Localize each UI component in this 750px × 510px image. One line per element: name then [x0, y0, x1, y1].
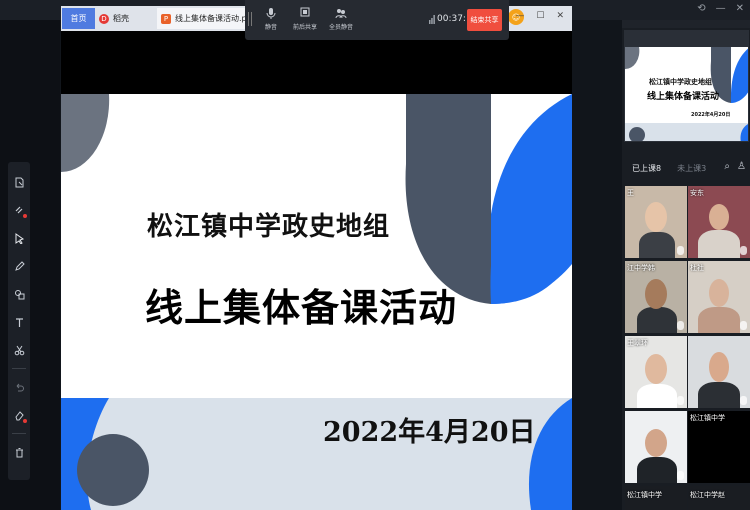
mic-icon: [740, 396, 747, 405]
pen-icon[interactable]: [10, 257, 28, 275]
mute-button-label: 静音: [264, 24, 277, 31]
user-settings-icon[interactable]: ♙: [737, 161, 746, 172]
participant-name: 松江中学赵: [690, 491, 725, 499]
slide-title-line2: 线上集体备课活动: [145, 286, 458, 330]
shapes-icon[interactable]: [10, 285, 28, 303]
participant-name: 松江镇中学: [690, 414, 725, 422]
app-window-controls: ⟲ — ✕: [697, 3, 744, 14]
tab-joined[interactable]: 已上课8: [632, 163, 661, 174]
person-head: [709, 279, 729, 307]
front-back-share-button[interactable]: 前后共享: [285, 7, 325, 31]
mic-icon: [677, 246, 684, 255]
text-tool-icon[interactable]: [10, 313, 28, 331]
tab-docer[interactable]: D 稻壳: [95, 8, 153, 29]
participant-tabs: 已上课8 未上课3: [632, 163, 706, 174]
preview-date: 2022年4月20日: [691, 112, 731, 118]
close-icon[interactable]: ✕: [736, 3, 744, 14]
clear-trash-icon[interactable]: [10, 443, 28, 461]
person-head: [709, 352, 729, 382]
person-head: [709, 204, 729, 230]
front-back-share-label: 前后共享: [292, 24, 317, 31]
eraser-icon[interactable]: [10, 406, 28, 424]
laser-pointer-icon[interactable]: [10, 201, 28, 219]
close-icon[interactable]: ✕: [556, 11, 564, 21]
participant-tile[interactable]: 安东: [688, 186, 750, 258]
tab-docer-label: 稻壳: [113, 14, 129, 23]
minimize-icon[interactable]: —: [515, 11, 524, 21]
participant-tile[interactable]: 杜社: [688, 261, 750, 333]
slide-date: 2022年4月20日: [323, 417, 536, 448]
panel-header-strip: [622, 20, 750, 28]
preview-bottom-band: [625, 123, 748, 141]
participant-tile[interactable]: [688, 336, 750, 408]
preview-title-line1: 松江镇中学政史地组: [649, 78, 712, 86]
presentation-slide: 松江镇中学政史地组 线上集体备课活动 2022年4月20日: [61, 94, 572, 510]
person-body: [698, 230, 740, 258]
tab-not-joined[interactable]: 未上课3: [677, 163, 706, 174]
mic-icon: [740, 321, 747, 330]
maximize-icon[interactable]: ☐: [536, 11, 544, 21]
participant-name: 松江镇中学: [627, 491, 662, 499]
mic-icon: [740, 246, 747, 255]
person-head: [645, 354, 667, 384]
screen-share-icon: [300, 7, 310, 17]
minimize-icon[interactable]: —: [716, 3, 726, 14]
participant-tile[interactable]: 江中学韩: [625, 261, 687, 333]
participant-name: 安东: [690, 189, 704, 197]
person-body: [698, 382, 740, 408]
mic-icon: [677, 396, 684, 405]
person-body: [639, 232, 675, 258]
participant-name: 王: [627, 189, 634, 197]
undo-icon[interactable]: [10, 378, 28, 396]
participant-tile[interactable]: [625, 411, 687, 483]
toolbar-divider: [12, 433, 26, 434]
mic-icon: [677, 321, 684, 330]
person-body: [637, 384, 677, 408]
screen-share-control-bar: 静音 前后共享 全员静音 00:37:12 结束共享: [245, 0, 509, 40]
participant-name: 王翠环: [627, 339, 648, 347]
person-body: [698, 307, 740, 333]
tab-home[interactable]: 首页: [62, 8, 95, 29]
annotation-toolbar: [8, 162, 30, 480]
participant-tile[interactable]: 松江镇中学: [688, 411, 750, 483]
stop-sharing-button[interactable]: 结束共享: [467, 9, 502, 31]
eraser-dot: [23, 419, 27, 423]
participant-tile[interactable]: 松江中学赵: [688, 486, 750, 510]
participant-tile[interactable]: 松江镇中学: [625, 486, 687, 510]
select-cursor-icon[interactable]: [10, 229, 28, 247]
left-dark-area: [0, 20, 60, 510]
preview-title-line2: 线上集体备课活动: [647, 92, 720, 102]
participant-tile[interactable]: 王: [625, 186, 687, 258]
person-body: [637, 307, 677, 333]
participants-panel: 松江镇中学政史地组 线上集体备课活动 2022年4月20日 已上课8 未上课3 …: [622, 20, 750, 510]
person-head: [645, 279, 667, 309]
participant-name: 杜社: [690, 264, 704, 272]
mute-all-label: 全员静音: [328, 24, 353, 31]
participant-tile[interactable]: 王翠环: [625, 336, 687, 408]
mute-all-button[interactable]: 全员静音: [321, 7, 361, 31]
person-head: [645, 429, 667, 457]
shared-screen-window: 首页 D 稻壳 P 线上集体备课活动.pptx × ☺ — ☐ ✕: [61, 6, 572, 510]
laser-dot: [23, 214, 27, 218]
browser-window-controls: — ☐ ✕: [515, 11, 564, 21]
search-icon[interactable]: ⌕: [724, 161, 730, 172]
signal-icon: [429, 15, 435, 24]
person-head: [645, 202, 667, 232]
person-body: [637, 457, 677, 483]
exit-annotation-icon[interactable]: [10, 173, 28, 191]
meeting-app-window: ⟲ — ✕ 首页 D 稻壳 P 线上集体备课活动.pptx ☺ — ☐ ✕ 松江…: [0, 0, 750, 510]
mic-icon: [266, 8, 276, 19]
scissors-icon[interactable]: [10, 341, 28, 359]
toolbar-divider: [12, 368, 26, 369]
restore-icon[interactable]: ⟲: [697, 3, 705, 14]
participant-name: 江中学韩: [627, 264, 655, 272]
ppt-file-icon: P: [161, 13, 171, 24]
mic-icon: [677, 471, 684, 480]
mute-all-icon: [335, 9, 347, 19]
share-preview-thumbnail[interactable]: 松江镇中学政史地组 线上集体备课活动 2022年4月20日: [624, 30, 749, 142]
slide-title-line1: 松江镇中学政史地组: [147, 212, 391, 242]
docer-logo-icon: D: [99, 13, 109, 24]
